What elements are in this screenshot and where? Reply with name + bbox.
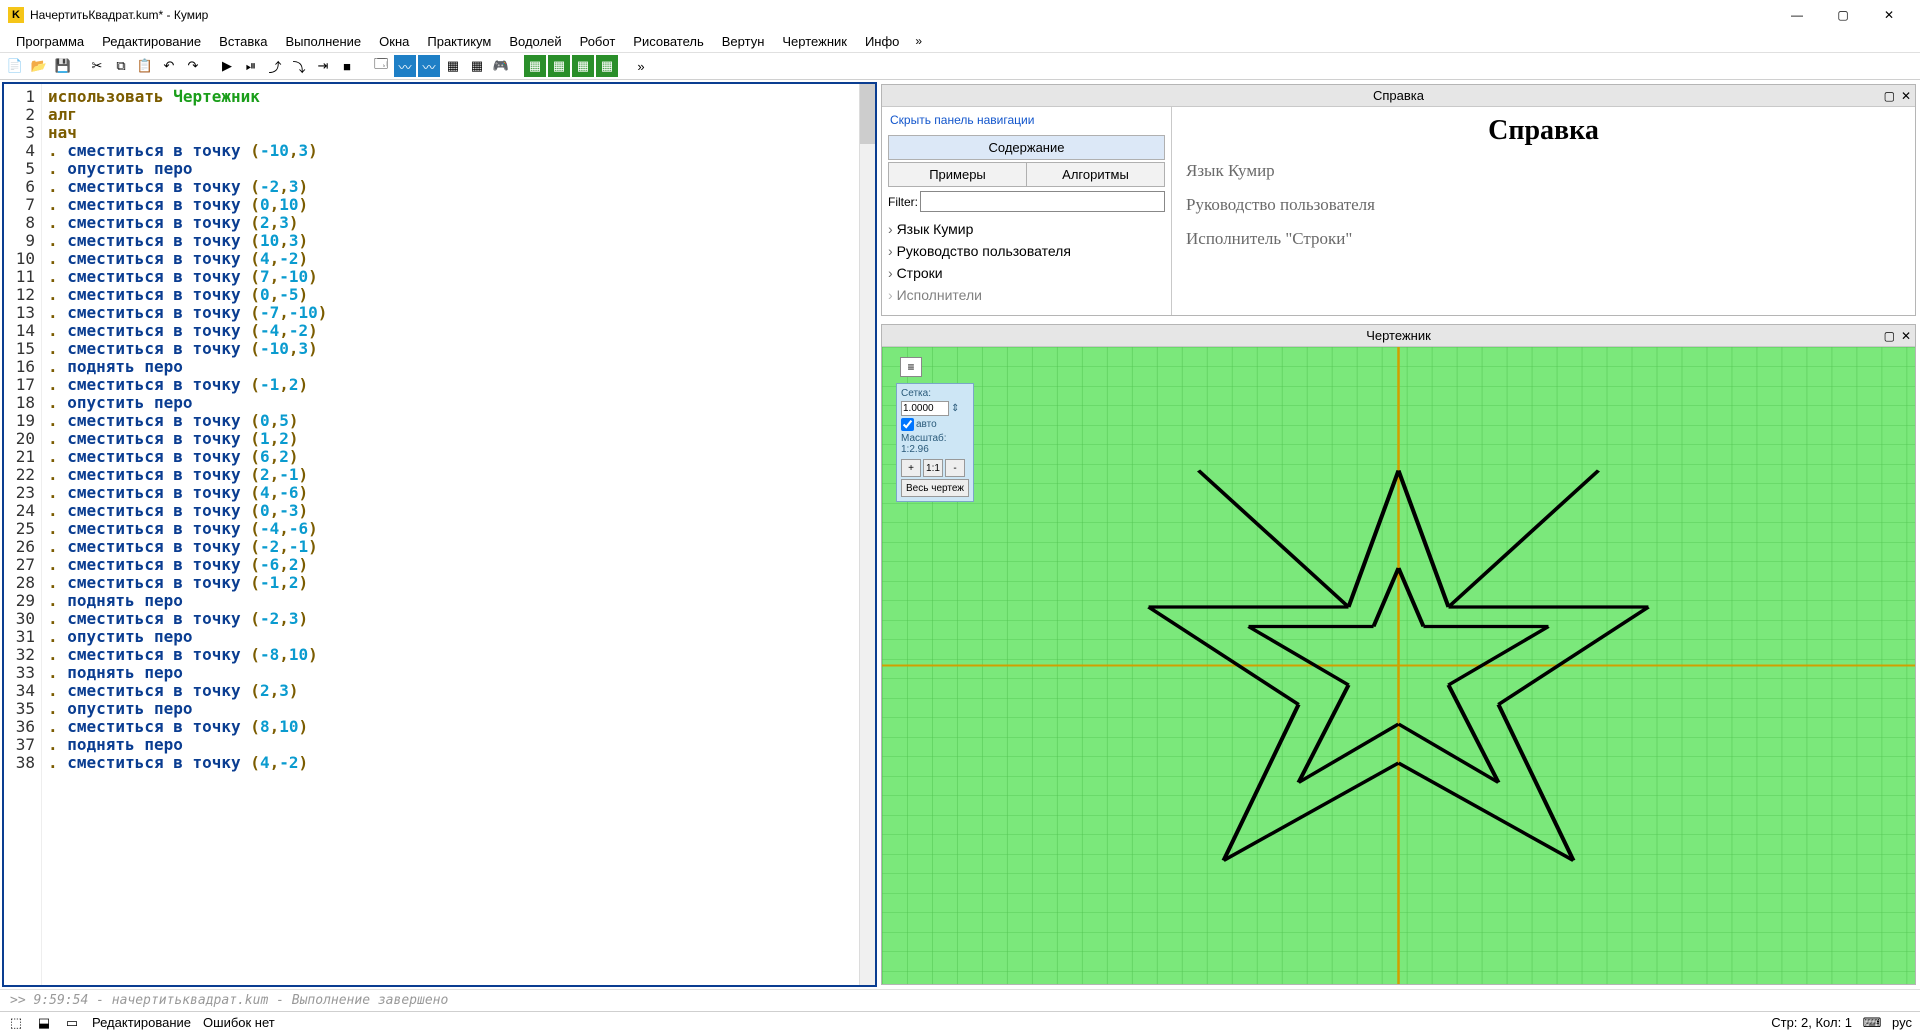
help-title-label: Справка: [1373, 88, 1424, 103]
zoom-reset-button[interactable]: 1:1: [923, 459, 943, 477]
tab-algorithms[interactable]: Алгоритмы: [1027, 163, 1164, 186]
menu-robot[interactable]: Робот: [572, 32, 624, 51]
menu-overflow[interactable]: »: [909, 32, 928, 50]
tree-node[interactable]: Язык Кумир: [888, 218, 1165, 240]
step-into-icon[interactable]: ⤵: [288, 55, 310, 77]
redo-icon[interactable]: ↷: [182, 55, 204, 77]
undo-icon[interactable]: ↶: [158, 55, 180, 77]
status-position: Стр: 2, Кол: 1: [1771, 1015, 1852, 1030]
menu-vodoley[interactable]: Водолей: [501, 32, 569, 51]
tab-examples[interactable]: Примеры: [889, 163, 1027, 186]
actor1-icon[interactable]: 🗔: [370, 55, 392, 77]
copy-icon[interactable]: ⧉: [110, 55, 132, 77]
line-gutter: 1234567891011121314151617181920212223242…: [4, 84, 42, 985]
grid-label: Сетка:: [901, 388, 969, 399]
run-to-icon[interactable]: ⇥: [312, 55, 334, 77]
auto-label: авто: [916, 419, 937, 430]
window-title: НачертитьКвадрат.kum* - Кумир: [30, 8, 1774, 22]
statusbar: ⬚ ⬓ ▭ Редактирование Ошибок нет Стр: 2, …: [0, 1011, 1920, 1033]
paste-icon[interactable]: 📋: [134, 55, 156, 77]
actor2-icon[interactable]: 〰: [394, 55, 416, 77]
minimize-button[interactable]: —: [1774, 0, 1820, 30]
help-heading: Справка: [1186, 115, 1901, 147]
help-close-icon[interactable]: ✕: [1901, 89, 1911, 103]
run-icon[interactable]: ▶: [216, 55, 238, 77]
actor9-icon[interactable]: ▦: [572, 55, 594, 77]
app-icon: K: [8, 7, 24, 23]
save-file-icon[interactable]: 💾: [52, 55, 74, 77]
actor5-icon[interactable]: ▦: [466, 55, 488, 77]
status-icon2[interactable]: ⬓: [36, 1015, 52, 1031]
actor3-icon[interactable]: 〰: [418, 55, 440, 77]
filter-label: Filter:: [888, 195, 918, 209]
menubar: Программа Редактирование Вставка Выполне…: [0, 30, 1920, 52]
fit-all-button[interactable]: Весь чертеж: [901, 479, 969, 497]
help-content: Справка Язык Кумир Руководство пользоват…: [1172, 107, 1915, 315]
actor7-icon[interactable]: ▦: [524, 55, 546, 77]
drawer-maximize-icon[interactable]: ▢: [1884, 329, 1895, 343]
help-link[interactable]: Язык Кумир: [1186, 161, 1901, 181]
drawer-canvas[interactable]: ≡ Сетка: ⇕ авто Масштаб: 1:2.96 + 1:1 - …: [882, 347, 1915, 984]
status-icon3[interactable]: ▭: [64, 1015, 80, 1031]
editor-scrollbar[interactable]: [859, 84, 875, 985]
titlebar: K НачертитьКвадрат.kum* - Кумир — ▢ ✕: [0, 0, 1920, 30]
close-button[interactable]: ✕: [1866, 0, 1912, 30]
filter-input[interactable]: [920, 191, 1165, 212]
hide-nav-link[interactable]: Скрыть панель навигации: [882, 107, 1171, 133]
zoom-in-button[interactable]: +: [901, 459, 921, 477]
actor10-icon[interactable]: ▦: [596, 55, 618, 77]
tree-node[interactable]: Строки: [888, 262, 1165, 284]
open-file-icon[interactable]: 📂: [28, 55, 50, 77]
actor6-icon[interactable]: 🎮: [490, 55, 512, 77]
menu-run[interactable]: Выполнение: [277, 32, 369, 51]
cut-icon[interactable]: ✂: [86, 55, 108, 77]
maximize-button[interactable]: ▢: [1820, 0, 1866, 30]
help-link[interactable]: Руководство пользователя: [1186, 195, 1901, 215]
code-editor[interactable]: 1234567891011121314151617181920212223242…: [2, 82, 877, 987]
step-over-icon[interactable]: ⤴: [264, 55, 286, 77]
menu-vertun[interactable]: Вертун: [714, 32, 773, 51]
help-link[interactable]: Исполнитель "Строки": [1186, 229, 1901, 249]
menu-info[interactable]: Инфо: [857, 32, 907, 51]
menu-program[interactable]: Программа: [8, 32, 92, 51]
tree-node[interactable]: Руководство пользователя: [888, 240, 1165, 262]
actor8-icon[interactable]: ▦: [548, 55, 570, 77]
drawer-close-icon[interactable]: ✕: [1901, 329, 1911, 343]
drawer-settings: Сетка: ⇕ авто Масштаб: 1:2.96 + 1:1 - Ве…: [896, 383, 974, 502]
auto-checkbox[interactable]: [901, 418, 914, 431]
new-file-icon[interactable]: 📄: [4, 55, 26, 77]
status-icon1[interactable]: ⬚: [8, 1015, 24, 1031]
menu-insert[interactable]: Вставка: [211, 32, 275, 51]
help-maximize-icon[interactable]: ▢: [1884, 89, 1895, 103]
status-lang[interactable]: рус: [1892, 1015, 1912, 1030]
tree-node[interactable]: Исполнители: [888, 284, 1165, 306]
run-step-icon[interactable]: ⏯: [240, 55, 262, 77]
actor4-icon[interactable]: ▦: [442, 55, 464, 77]
zoom-out-button[interactable]: -: [945, 459, 965, 477]
drawer-title-label: Чертежник: [1366, 328, 1431, 343]
drawer-panel: Чертежник ▢ ✕ ≡: [881, 324, 1916, 985]
scale-value: 1:2.96: [901, 444, 969, 455]
menu-edit[interactable]: Редактирование: [94, 32, 209, 51]
console-output: >> 9:59:54 - начертитьквадрат.kum - Выпо…: [0, 989, 1920, 1011]
menu-practicum[interactable]: Практикум: [419, 32, 499, 51]
status-mode: Редактирование: [92, 1015, 191, 1030]
code-area[interactable]: использовать Чертежникалгнач. сместиться…: [42, 84, 859, 985]
hamburger-icon[interactable]: ≡: [900, 357, 922, 377]
menu-windows[interactable]: Окна: [371, 32, 417, 51]
toolbar: 📄 📂 💾 ✂ ⧉ 📋 ↶ ↷ ▶ ⏯ ⤴ ⤵ ⇥ ■ 🗔 〰 〰 ▦ ▦ 🎮 …: [0, 52, 1920, 80]
toolbar-overflow[interactable]: »: [630, 55, 652, 77]
status-errors: Ошибок нет: [203, 1015, 275, 1030]
help-tree[interactable]: Язык Кумир Руководство пользователя Стро…: [882, 216, 1171, 308]
help-panel-title: Справка ▢ ✕: [882, 85, 1915, 107]
keyboard-icon[interactable]: ⌨: [1864, 1015, 1880, 1031]
tab-contents[interactable]: Содержание: [889, 136, 1164, 159]
scale-label: Масштаб:: [901, 433, 969, 444]
stop-icon[interactable]: ■: [336, 55, 358, 77]
help-panel: Справка ▢ ✕ Скрыть панель навигации Соде…: [881, 84, 1916, 316]
menu-drawer[interactable]: Чертежник: [774, 32, 855, 51]
grid-value-input[interactable]: [901, 401, 949, 416]
menu-painter[interactable]: Рисователь: [625, 32, 711, 51]
drawer-panel-title: Чертежник ▢ ✕: [882, 325, 1915, 347]
